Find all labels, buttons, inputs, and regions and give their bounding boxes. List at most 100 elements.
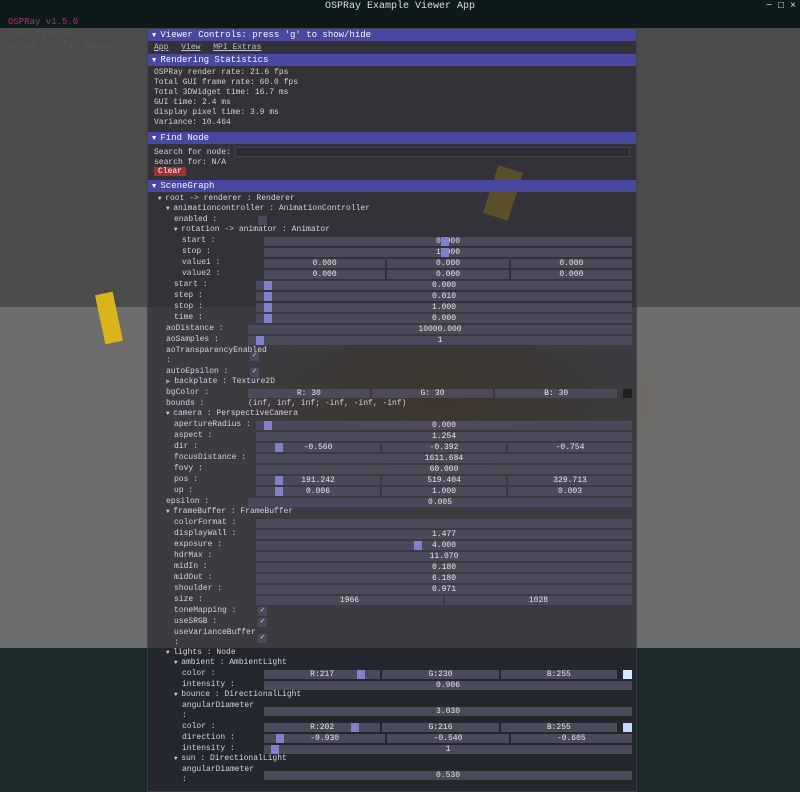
param-value1-x[interactable]: 0.000 bbox=[264, 259, 385, 268]
param-value2-x[interactable]: 0.000 bbox=[264, 270, 385, 279]
param-pos-z[interactable]: 329.713 bbox=[508, 476, 632, 485]
param-aodistance-slider[interactable]: 10000.000 bbox=[248, 325, 632, 334]
param-value2-y[interactable]: 0.000 bbox=[387, 270, 508, 279]
clear-button[interactable]: Clear bbox=[154, 167, 186, 176]
param-aodistance-label: aoDistance : bbox=[166, 324, 244, 334]
param-epsilon-slider[interactable]: 0.005 bbox=[248, 498, 632, 507]
param-midout-slider[interactable]: 6.180 bbox=[256, 574, 632, 583]
tree-backplate[interactable]: backplate : Texture2D bbox=[166, 377, 632, 387]
param-value2-z[interactable]: 0.000 bbox=[511, 270, 632, 279]
param-bounce-dir-z[interactable]: -0.605 bbox=[511, 734, 632, 743]
viewer-controls-header[interactable]: Viewer Controls: press 'g' to show/hide bbox=[148, 29, 636, 41]
param-dir-x[interactable]: -0.560 bbox=[256, 443, 380, 452]
menu-app[interactable]: App bbox=[154, 43, 168, 52]
imgui-panel[interactable]: Viewer Controls: press 'g' to show/hide … bbox=[147, 28, 637, 792]
param-up-y[interactable]: 1.000 bbox=[382, 487, 506, 496]
param-focus-slider[interactable]: 1611.684 bbox=[256, 454, 632, 463]
param-colorformat-input[interactable] bbox=[256, 519, 632, 528]
param-up-label: up : bbox=[174, 486, 252, 496]
param-rtime-slider[interactable]: 0.000 bbox=[256, 314, 632, 323]
param-value1-y[interactable]: 0.000 bbox=[387, 259, 508, 268]
param-value1-z[interactable]: 0.000 bbox=[511, 259, 632, 268]
param-size-h[interactable]: 1028 bbox=[445, 596, 632, 605]
close-icon[interactable]: × bbox=[790, 0, 796, 14]
param-bounce-color-g[interactable]: G:216 bbox=[382, 723, 498, 732]
tree-sun-light[interactable]: sun : DirectionalLight bbox=[174, 754, 632, 764]
param-autoeps-checkbox[interactable]: ✓ bbox=[250, 368, 259, 377]
scenegraph-header[interactable]: SceneGraph bbox=[148, 180, 636, 192]
param-bounce-dir-y[interactable]: -0.540 bbox=[387, 734, 508, 743]
param-stop-slider[interactable]: 1.000 bbox=[264, 248, 632, 257]
param-srgb-checkbox[interactable]: ✓ bbox=[258, 618, 267, 627]
param-enabled-checkbox[interactable] bbox=[258, 216, 267, 225]
param-bounce-angular-slider[interactable]: 3.030 bbox=[264, 707, 632, 716]
param-rstart-slider[interactable]: 0.000 bbox=[256, 281, 632, 290]
param-dir-label: dir : bbox=[174, 442, 252, 452]
param-amb-color-b[interactable]: B:255 bbox=[501, 670, 617, 679]
param-bgcolor-g[interactable]: G: 30 bbox=[372, 389, 494, 398]
param-amb-intensity-slider[interactable]: 0.906 bbox=[264, 681, 632, 690]
param-amb-color-swatch[interactable] bbox=[623, 670, 632, 679]
tree-lights[interactable]: lights : Node bbox=[166, 648, 632, 658]
param-hdrmax-slider[interactable]: 11.070 bbox=[256, 552, 632, 561]
param-exposure-slider[interactable]: 4.000 bbox=[256, 541, 632, 550]
param-start-slider[interactable]: 0.000 bbox=[264, 237, 632, 246]
stat-gui-time: GUI time: 2.4 ms bbox=[154, 98, 630, 108]
param-focus-label: focusDistance : bbox=[174, 453, 252, 463]
param-bgcolor-r[interactable]: R: 30 bbox=[248, 389, 370, 398]
tree-bounce-light[interactable]: bounce : DirectionalLight bbox=[174, 690, 632, 700]
stat-render-rate: OSPRay render rate: 21.6 fps bbox=[154, 68, 630, 78]
param-pos-y[interactable]: 519.404 bbox=[382, 476, 506, 485]
param-aotrans-checkbox[interactable]: ✓ bbox=[250, 352, 259, 361]
param-fovy-slider[interactable]: 60.000 bbox=[256, 465, 632, 474]
param-bounce-intensity-slider[interactable]: 1 bbox=[264, 745, 632, 754]
param-rstop-slider[interactable]: 1.000 bbox=[256, 303, 632, 312]
param-bgcolor-swatch[interactable] bbox=[623, 389, 632, 398]
param-bounce-color-swatch[interactable] bbox=[623, 723, 632, 732]
param-dir-z[interactable]: -0.754 bbox=[508, 443, 632, 452]
param-bounce-color-r[interactable]: R:202 bbox=[264, 723, 380, 732]
tree-framebuffer[interactable]: frameBuffer : FrameBuffer bbox=[166, 507, 632, 517]
search-input[interactable] bbox=[235, 147, 630, 157]
param-value1-label: value1 : bbox=[182, 258, 260, 268]
tree-rotation-animator[interactable]: rotation -> animator : Animator bbox=[174, 225, 632, 235]
tree-root[interactable]: root -> renderer : Renderer bbox=[158, 194, 632, 204]
menu-view[interactable]: View bbox=[181, 43, 200, 52]
rendering-stats-header[interactable]: Rendering Statistics bbox=[148, 54, 636, 66]
param-sun-angular-slider[interactable]: 0.530 bbox=[264, 771, 632, 780]
param-rstart-label: start : bbox=[174, 280, 252, 290]
param-aspect-slider[interactable]: 1.254 bbox=[256, 432, 632, 441]
param-bounce-color-b[interactable]: B:255 bbox=[501, 723, 617, 732]
param-tonemap-checkbox[interactable]: ✓ bbox=[258, 607, 267, 616]
param-enabled-label: enabled : bbox=[174, 215, 252, 225]
param-size-w[interactable]: 1966 bbox=[256, 596, 443, 605]
param-size-label: size : bbox=[174, 595, 252, 605]
find-node-header[interactable]: Find Node bbox=[148, 132, 636, 144]
param-up-z[interactable]: 0.003 bbox=[508, 487, 632, 496]
menu-mpi[interactable]: MPI Extras bbox=[213, 43, 261, 52]
param-pos-x[interactable]: 191.242 bbox=[256, 476, 380, 485]
param-displaywall-slider[interactable]: 1.477 bbox=[256, 530, 632, 539]
param-up-x[interactable]: 0.006 bbox=[256, 487, 380, 496]
tree-anim-controller[interactable]: animationcontroller : AnimationControlle… bbox=[166, 204, 632, 214]
window-titlebar: OSPRay Example Viewer App − □ × bbox=[0, 0, 800, 14]
param-tonemap-label: toneMapping : bbox=[174, 606, 252, 616]
maximize-icon[interactable]: □ bbox=[778, 0, 784, 14]
tree-camera[interactable]: camera : PerspectiveCamera bbox=[166, 409, 632, 419]
param-aosamples-slider[interactable]: 1 bbox=[248, 336, 632, 345]
tree-ambient-light[interactable]: ambient : AmbientLight bbox=[174, 658, 632, 668]
param-bounce-dir-x[interactable]: -0.930 bbox=[264, 734, 385, 743]
param-shoulder-slider[interactable]: 0.971 bbox=[256, 585, 632, 594]
minimize-icon[interactable]: − bbox=[766, 0, 772, 14]
param-varbuf-checkbox[interactable]: ✓ bbox=[258, 634, 267, 643]
param-aperture-slider[interactable]: 0.000 bbox=[256, 421, 632, 430]
param-amb-color-r[interactable]: R:217 bbox=[264, 670, 380, 679]
param-dir-y[interactable]: -0.392 bbox=[382, 443, 506, 452]
param-midout-label: midOut : bbox=[174, 573, 252, 583]
param-bgcolor-b[interactable]: B: 30 bbox=[495, 389, 617, 398]
param-amb-color-g[interactable]: G:230 bbox=[382, 670, 498, 679]
param-autoeps-label: autoEpsilon : bbox=[166, 367, 244, 377]
param-rstep-slider[interactable]: 0.010 bbox=[256, 292, 632, 301]
param-midin-slider[interactable]: 0.180 bbox=[256, 563, 632, 572]
scenegraph-tree[interactable]: root -> renderer : Renderer animationcon… bbox=[148, 192, 636, 791]
